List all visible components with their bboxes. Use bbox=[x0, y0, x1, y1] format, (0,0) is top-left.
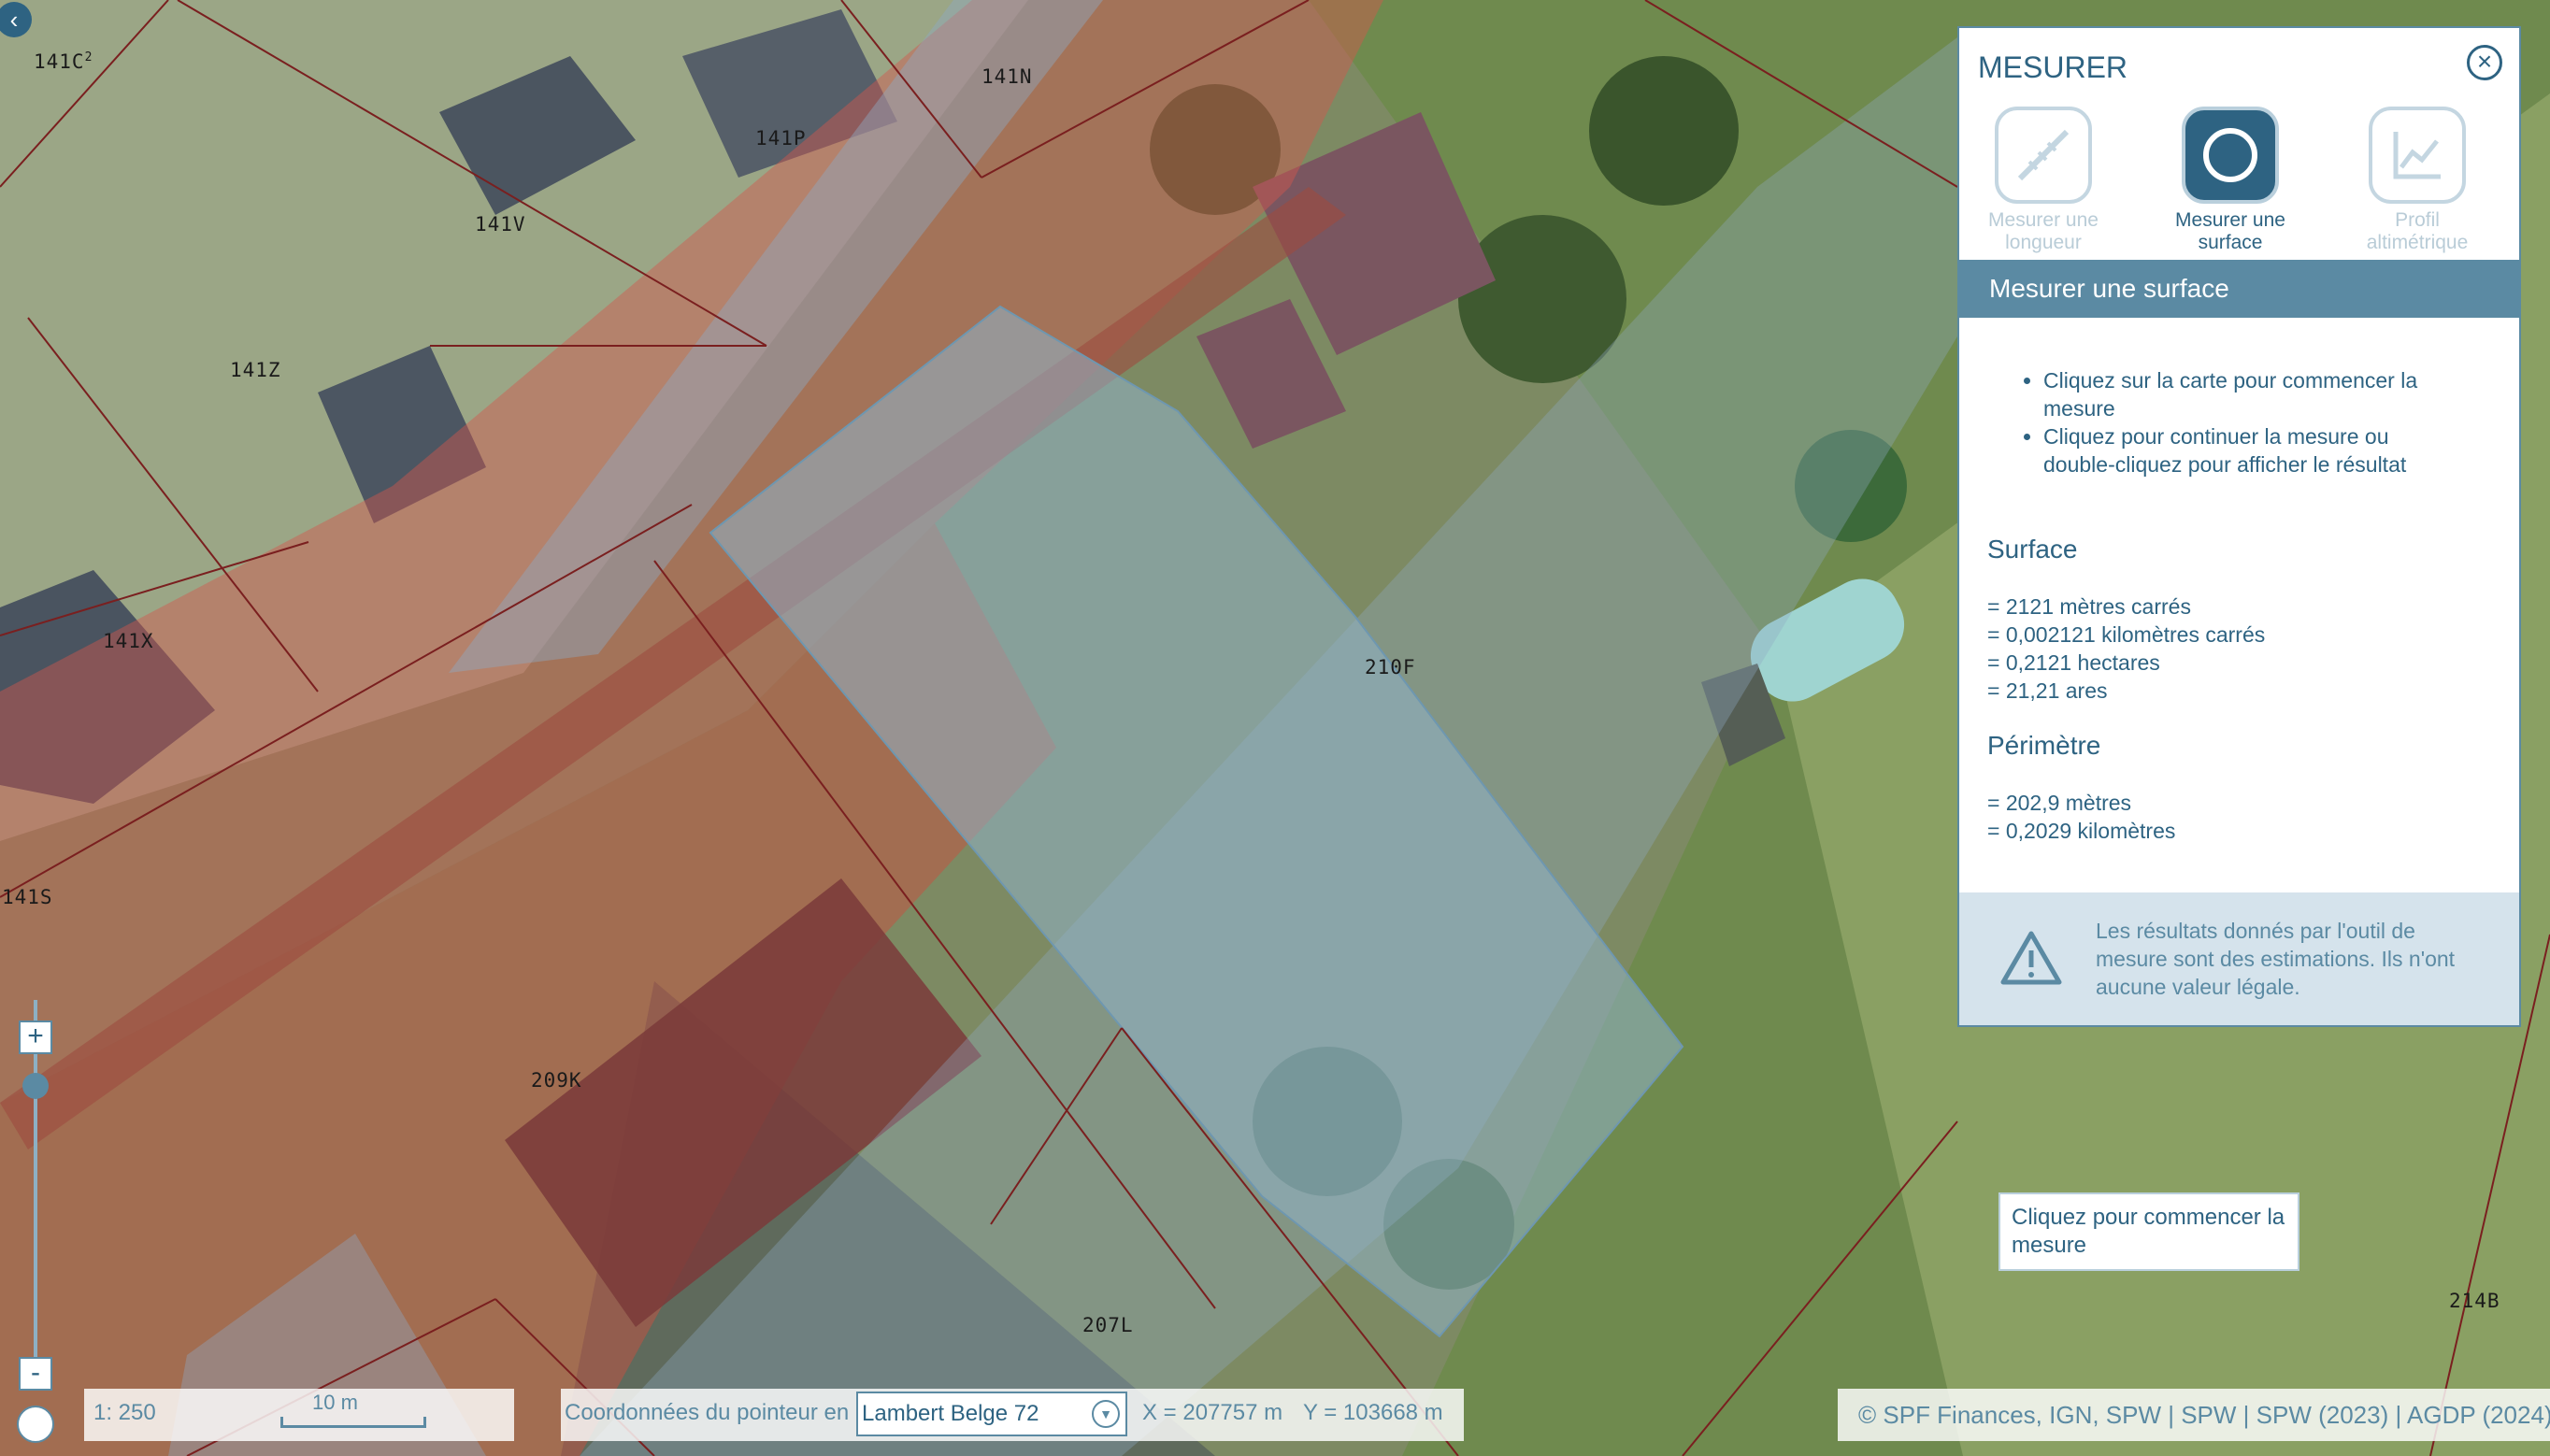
parcel-label: 141N bbox=[981, 65, 1033, 88]
warning-box: Les résultats donnés par l'outil de mesu… bbox=[1959, 892, 2519, 1025]
parcel-label: 141S bbox=[2, 886, 53, 908]
coordinate-y: Y = 103668 m bbox=[1303, 1400, 1443, 1425]
tool-label: Mesurer une longueur bbox=[1988, 209, 2099, 253]
elevation-profile-icon bbox=[2369, 107, 2466, 204]
parcel-label: 141X bbox=[103, 630, 154, 652]
scale-box: 1: 250 10 m bbox=[84, 1389, 514, 1441]
parcel-label: 210F bbox=[1365, 656, 1416, 678]
chevron-down-icon: ▼ bbox=[1092, 1400, 1120, 1428]
section-title: Mesurer une surface bbox=[1959, 260, 2519, 318]
parcel-label: 209K bbox=[531, 1069, 582, 1092]
scale-ratio: 1: 250 bbox=[93, 1400, 156, 1425]
tool-elevation-profile[interactable]: Profil altimétrique bbox=[2342, 107, 2492, 254]
tool-measure-surface[interactable]: Mesurer une surface bbox=[2156, 107, 2305, 254]
surface-value: = 2121 mètres carrés bbox=[1987, 594, 2191, 619]
surface-value: = 21,21 ares bbox=[1987, 678, 2108, 703]
parcel-label: 141P bbox=[755, 127, 807, 150]
pointer-coordinates: Coordonnées du pointeur en Lambert Belge… bbox=[561, 1389, 1464, 1441]
warning-icon bbox=[2000, 931, 2062, 985]
crs-selected-value: Lambert Belge 72 bbox=[862, 1401, 1039, 1426]
minus-icon: - bbox=[31, 1357, 40, 1388]
parcel-label: 141V bbox=[475, 213, 526, 236]
circle-area-icon bbox=[2182, 107, 2279, 204]
close-icon: × bbox=[2476, 47, 2493, 76]
coordinates-label: Coordonnées du pointeur en bbox=[565, 1400, 850, 1425]
chevron-left-icon: ‹ bbox=[9, 6, 19, 34]
tree bbox=[1589, 56, 1739, 206]
parcel-label: 214B bbox=[2449, 1290, 2500, 1312]
home-extent-button[interactable] bbox=[17, 1406, 54, 1443]
parcel-label: 207L bbox=[1082, 1314, 1134, 1336]
plus-icon: + bbox=[27, 1021, 44, 1051]
measure-panel: MESURER × Mesurer une longueur Mesurer u… bbox=[1957, 26, 2521, 1027]
close-button[interactable]: × bbox=[2467, 45, 2502, 80]
zoom-out-button[interactable]: - bbox=[19, 1357, 52, 1391]
tool-label: Mesurer une surface bbox=[2175, 209, 2285, 253]
surface-value: = 0,2121 hectares bbox=[1987, 650, 2160, 675]
instruction-item: Cliquez sur la carte pour commencer la m… bbox=[2043, 366, 2445, 422]
surface-heading: Surface bbox=[1987, 535, 2078, 564]
instruction-item: Cliquez pour continuer la mesure ou doub… bbox=[2043, 422, 2445, 478]
map-attribution: © SPF Finances, IGN, SPW | SPW | SPW (20… bbox=[1838, 1389, 2550, 1441]
parcel-label: 141Z bbox=[230, 359, 281, 381]
panel-title: MESURER bbox=[1978, 50, 2128, 84]
tool-label: Profil altimétrique bbox=[2366, 209, 2469, 253]
perimeter-value: = 0,2029 kilomètres bbox=[1987, 819, 2176, 843]
surface-value: = 0,002121 kilomètres carrés bbox=[1987, 622, 2266, 647]
coordinate-x: X = 207757 m bbox=[1142, 1400, 1283, 1425]
zoom-slider-handle[interactable] bbox=[22, 1073, 49, 1099]
parcel-label: 141C2 bbox=[34, 50, 93, 73]
zoom-in-button[interactable]: + bbox=[19, 1021, 52, 1054]
warning-text: Les résultats donnés par l'outil de mesu… bbox=[2096, 919, 2456, 999]
scale-bar bbox=[280, 1417, 426, 1428]
tool-measure-length[interactable]: Mesurer une longueur bbox=[1969, 107, 2118, 254]
scale-bar-label: 10 m bbox=[312, 1391, 358, 1414]
instructions-list: Cliquez sur la carte pour commencer la m… bbox=[2021, 366, 2445, 478]
zoom-slider-track[interactable] bbox=[34, 1000, 37, 1374]
ruler-icon bbox=[1995, 107, 2092, 204]
measure-tooltip: Cliquez pour commencer la mesure bbox=[1998, 1192, 2299, 1271]
perimeter-heading: Périmètre bbox=[1987, 731, 2101, 760]
crs-select[interactable]: Lambert Belge 72 ▼ bbox=[856, 1392, 1127, 1436]
perimeter-value: = 202,9 mètres bbox=[1987, 791, 2132, 815]
